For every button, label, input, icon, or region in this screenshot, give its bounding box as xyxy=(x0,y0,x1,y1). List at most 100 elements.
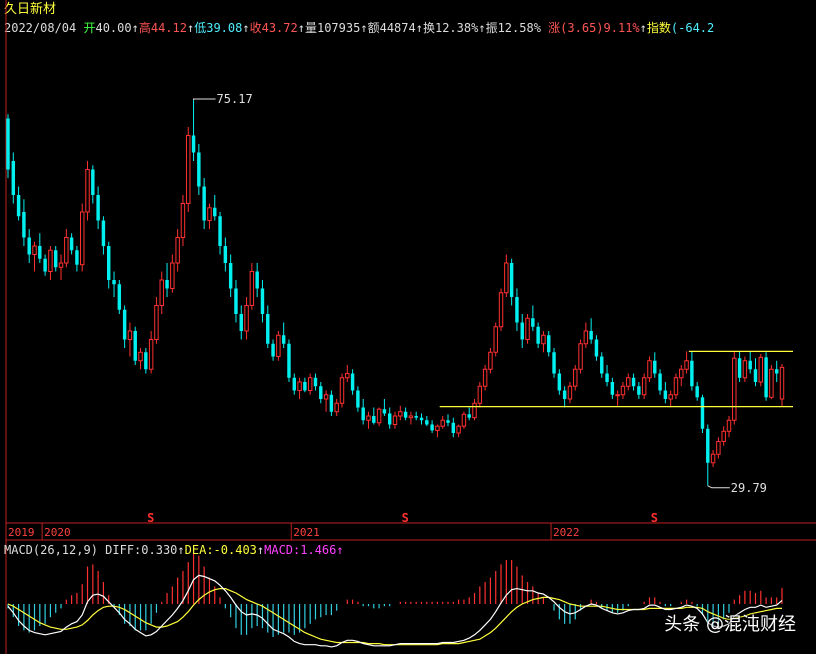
candle-body-30 xyxy=(165,280,169,289)
candle-body-116 xyxy=(620,385,626,396)
candle-body-14 xyxy=(79,211,85,266)
candle-body-109 xyxy=(583,330,589,345)
candle-body-64 xyxy=(345,373,350,379)
candle-body-88 xyxy=(472,402,477,419)
candle-body-95 xyxy=(509,263,514,297)
candle-body-71 xyxy=(382,409,387,414)
candle-body-15 xyxy=(85,169,90,213)
candle-body-118 xyxy=(631,377,636,387)
candle-body-27 xyxy=(148,339,154,370)
candle-body-146 xyxy=(779,366,785,400)
candle-body-65 xyxy=(350,373,355,391)
candle-body-40 xyxy=(218,216,222,246)
candle-body-119 xyxy=(637,386,641,395)
macd-header-item-1: DIFF:0.330 xyxy=(97,543,178,557)
candle-body-10 xyxy=(58,262,64,268)
candle-body-46 xyxy=(249,271,255,306)
candle-body-105 xyxy=(562,390,567,399)
candle-body-5 xyxy=(32,245,37,255)
candle-body-141 xyxy=(753,369,758,382)
candle-body-108 xyxy=(578,343,583,370)
candle-body-136 xyxy=(726,419,732,432)
candle-body-43 xyxy=(234,288,238,314)
candle-body-98 xyxy=(525,317,530,340)
candle-body-113 xyxy=(605,373,609,382)
candle-body-1 xyxy=(11,161,16,195)
watermark-text: 头条 @混沌财经 xyxy=(664,614,796,635)
candle-body-23 xyxy=(127,330,133,340)
candle-body-126 xyxy=(673,377,679,396)
candle-body-18 xyxy=(101,220,106,246)
candle-body-25 xyxy=(138,351,143,362)
candle-body-8 xyxy=(48,249,53,272)
candle-body-129 xyxy=(690,360,694,387)
candle-body-101 xyxy=(541,334,546,345)
candle-body-117 xyxy=(626,377,631,387)
candle-body-42 xyxy=(228,263,233,289)
candle-body-70 xyxy=(376,408,382,424)
candle-body-41 xyxy=(223,246,228,263)
candle-body-122 xyxy=(653,360,657,374)
candle-body-128 xyxy=(684,360,689,370)
candle-body-124 xyxy=(663,390,668,399)
candle-body-123 xyxy=(658,373,662,391)
candle-body-62 xyxy=(334,402,339,413)
candle-body-142 xyxy=(758,356,764,383)
candle-body-52 xyxy=(281,335,286,344)
candle-body-6 xyxy=(38,246,42,259)
candle-body-11 xyxy=(64,237,69,264)
candle-body-104 xyxy=(557,373,562,391)
candle-body-72 xyxy=(387,413,392,425)
year-label-2020: 2020 xyxy=(44,526,71,539)
candle-body-21 xyxy=(117,284,122,310)
candle-body-67 xyxy=(361,407,365,421)
candle-body-80 xyxy=(430,424,434,431)
candle-body-125 xyxy=(668,394,673,400)
candle-body-81 xyxy=(435,425,440,431)
candle-body-97 xyxy=(520,322,524,340)
candle-body-75 xyxy=(403,411,408,418)
candle-body-92 xyxy=(493,326,498,353)
candle-body-63 xyxy=(339,377,345,404)
candle-body-120 xyxy=(641,377,647,396)
macd-header: MACD(26,12,9) DIFF:0.330↑DEA:-0.403↑MACD… xyxy=(4,543,344,557)
candle-body-114 xyxy=(610,382,615,395)
candle-body-112 xyxy=(600,356,604,374)
candle-body-127 xyxy=(679,368,684,379)
candle-body-137 xyxy=(732,357,737,421)
candle-body-3 xyxy=(22,212,26,238)
candle-body-83 xyxy=(446,420,450,423)
candle-body-66 xyxy=(356,390,360,408)
macd-header-item-5: MACD:1.466 xyxy=(264,543,337,557)
candle-body-13 xyxy=(75,250,79,265)
low-price-label: 29.79 xyxy=(731,481,767,495)
candle-body-12 xyxy=(69,237,74,251)
candle-body-121 xyxy=(647,360,652,379)
candle-body-20 xyxy=(112,280,116,285)
candle-body-37 xyxy=(202,186,206,221)
candle-body-22 xyxy=(122,309,127,340)
candle-body-139 xyxy=(742,360,748,379)
candle-body-140 xyxy=(748,360,752,370)
candle-body-138 xyxy=(737,358,742,378)
candle-body-68 xyxy=(366,415,371,421)
candle-body-39 xyxy=(213,207,217,217)
candle-body-111 xyxy=(594,339,599,357)
candle-body-57 xyxy=(307,377,313,391)
candle-body-115 xyxy=(615,394,620,397)
candle-body-29 xyxy=(159,279,164,306)
candle-body-2 xyxy=(16,195,21,217)
candle-body-56 xyxy=(303,382,307,391)
candle-body-50 xyxy=(271,343,275,357)
candle-body-38 xyxy=(207,207,212,221)
candle-body-82 xyxy=(440,419,445,427)
candle-body-79 xyxy=(425,420,429,425)
candle-body-19 xyxy=(107,246,111,280)
candle-body-24 xyxy=(133,331,137,361)
candle-body-31 xyxy=(170,262,175,289)
signal-mark-0: S xyxy=(147,511,154,525)
candle-body-47 xyxy=(255,271,259,289)
candle-body-84 xyxy=(451,422,456,433)
candle-body-132 xyxy=(706,428,710,463)
candle-body-85 xyxy=(456,425,461,434)
